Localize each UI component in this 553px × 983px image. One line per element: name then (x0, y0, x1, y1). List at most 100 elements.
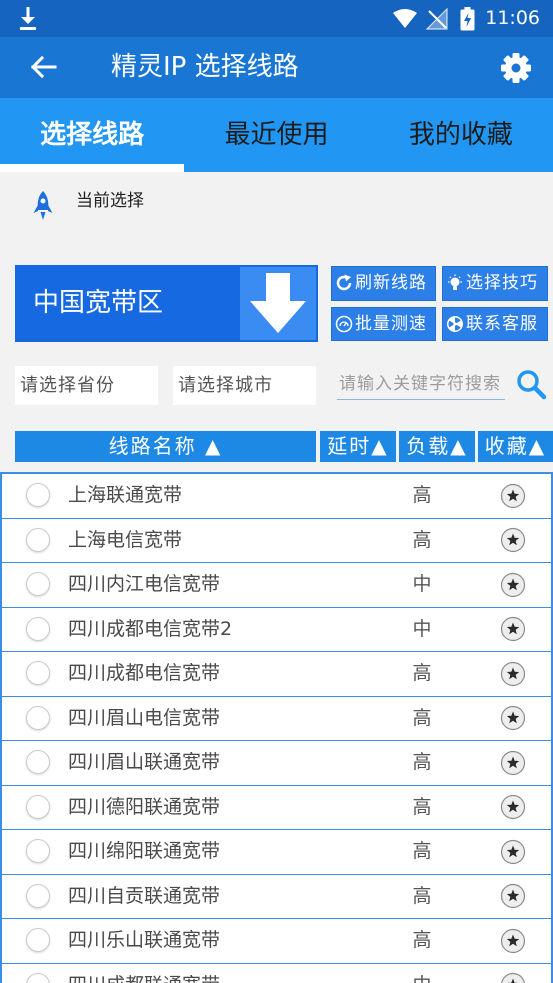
lightbulb-icon (448, 274, 462, 290)
contact-support-button[interactable]: 联系客服 (442, 307, 548, 341)
search-input[interactable] (337, 369, 505, 400)
column-header-latency[interactable]: 延时▲ (320, 431, 396, 462)
column-header-favorite[interactable]: 收藏▲ (478, 431, 553, 462)
route-name: 四川德阳联通宽带 (68, 795, 221, 818)
tab-label: 我的收藏 (408, 120, 513, 150)
route-load: 高 (412, 884, 432, 907)
route-row[interactable]: 四川成都联通宽带 中 (2, 963, 551, 983)
route-load: 高 (412, 751, 432, 773)
star-icon[interactable] (500, 750, 526, 776)
route-load: 高 (412, 706, 432, 729)
search-icon[interactable] (515, 368, 547, 400)
route-load: 中 (402, 964, 442, 983)
route-row[interactable]: 上海联通宽带 高 (2, 474, 551, 519)
city-select[interactable]: 请选择城市 (173, 366, 316, 405)
route-name: 四川绵阳联通宽带 (68, 840, 221, 862)
star-icon[interactable] (500, 483, 526, 509)
route-name: 四川成都电信宽带2 (68, 617, 233, 640)
wifi-icon (393, 9, 417, 32)
route-load: 高 (412, 840, 432, 862)
star-icon[interactable] (500, 883, 526, 909)
route-name: 四川眉山电信宽带 (68, 706, 221, 729)
route-row[interactable]: 四川内江电信宽带 中 (2, 563, 551, 608)
customer-service-icon (447, 316, 463, 332)
route-radio-button[interactable] (26, 572, 50, 596)
refresh-icon (336, 274, 352, 291)
route-load: 中 (412, 573, 432, 595)
column-header-load[interactable]: 负载▲ (399, 431, 475, 462)
star-icon[interactable] (500, 794, 526, 820)
route-name: 四川乐山联通宽带 (68, 929, 221, 951)
route-radio-button[interactable] (26, 750, 50, 774)
route-row[interactable]: 四川成都电信宽带 高 (2, 652, 551, 697)
route-radio-button[interactable] (26, 661, 50, 685)
route-name: 四川眉山联通宽带 (68, 751, 221, 773)
star-icon[interactable] (500, 527, 526, 553)
route-name: 上海电信宽带 (68, 528, 183, 551)
route-load: 高 (412, 795, 432, 818)
route-name: 四川自贡联通宽带 (68, 884, 221, 907)
route-radio-button[interactable] (26, 794, 50, 819)
route-row[interactable]: 四川成都电信宽带2 中 (2, 607, 551, 652)
status-bar: 11:06 (0, 0, 553, 37)
tab-favorites[interactable]: 我的收藏 (369, 98, 553, 172)
selection-tips-button[interactable]: 选择技巧 (442, 266, 548, 301)
button-label: 联系客服 (466, 314, 538, 334)
batch-speed-test-button[interactable]: 批量测速 (331, 307, 436, 341)
route-row[interactable]: 四川眉山联通宽带 高 (2, 741, 551, 786)
route-list: 上海联通宽带高上海电信宽带高四川内江电信宽带中四川成都电信宽带2 中四川成都电信宽… (0, 472, 553, 983)
status-time: 11:06 (485, 7, 540, 29)
back-arrow-icon[interactable] (29, 55, 57, 79)
selected-region: 中国宽带区 (33, 288, 164, 318)
no-sim-signal-icon (425, 7, 448, 34)
route-row[interactable]: 四川自贡联通宽带 高 (2, 874, 551, 919)
province-select[interactable]: 请选择省份 (15, 366, 158, 405)
route-load: 高 (412, 528, 432, 551)
star-icon[interactable] (500, 616, 526, 642)
route-load: 高 (412, 929, 432, 951)
route-load: 高 (412, 484, 432, 506)
route-load: 中 (412, 617, 432, 640)
star-icon[interactable] (500, 972, 526, 983)
column-header-name[interactable]: 线路名称 ▲ (15, 431, 316, 462)
star-icon[interactable] (500, 839, 526, 865)
tab-label: 选择线路 (40, 120, 145, 150)
route-radio-button[interactable] (26, 972, 50, 983)
download-icon (18, 6, 38, 36)
route-row[interactable]: 四川眉山电信宽带 高 (2, 696, 551, 741)
page-title: 精灵IP 选择线路 (111, 52, 299, 82)
button-label: 选择技巧 (466, 273, 538, 293)
tab-bar: 选择线路 最近使用 我的收藏 (0, 98, 553, 172)
button-label: 批量测速 (355, 314, 427, 334)
route-radio-button[interactable] (26, 483, 50, 507)
route-name: 四川内江电信宽带 (68, 573, 221, 595)
star-icon[interactable] (500, 661, 526, 687)
route-radio-button[interactable] (26, 883, 50, 908)
refresh-routes-button[interactable]: 刷新线路 (331, 266, 436, 301)
route-name: 四川成都电信宽带 (68, 662, 221, 684)
tab-recent[interactable]: 最近使用 (184, 98, 368, 172)
route-row[interactable]: 四川乐山联通宽带 高 (2, 919, 551, 964)
route-row[interactable]: 四川德阳联通宽带 高 (2, 785, 551, 830)
down-arrow-icon[interactable] (240, 267, 316, 340)
route-radio-button[interactable] (26, 839, 50, 863)
rocket-icon (32, 190, 54, 222)
route-radio-button[interactable] (26, 527, 50, 552)
route-row[interactable]: 四川绵阳联通宽带 高 (2, 830, 551, 875)
tab-select-route[interactable]: 选择线路 (0, 98, 184, 172)
gear-icon[interactable] (499, 51, 533, 85)
route-name: 上海联通宽带 (68, 484, 183, 506)
route-load: 高 (412, 662, 432, 684)
star-icon[interactable] (500, 705, 526, 731)
button-label: 刷新线路 (355, 273, 427, 293)
battery-charging-icon (460, 7, 475, 35)
region-selector[interactable]: 中国宽带区 (15, 265, 318, 342)
route-radio-button[interactable] (26, 616, 50, 641)
route-radio-button[interactable] (26, 928, 50, 952)
route-row[interactable]: 上海电信宽带 高 (2, 518, 551, 563)
speed-test-icon (335, 315, 353, 333)
tab-label: 最近使用 (224, 120, 329, 150)
star-icon[interactable] (500, 572, 526, 598)
star-icon[interactable] (500, 928, 526, 954)
route-radio-button[interactable] (26, 705, 50, 730)
